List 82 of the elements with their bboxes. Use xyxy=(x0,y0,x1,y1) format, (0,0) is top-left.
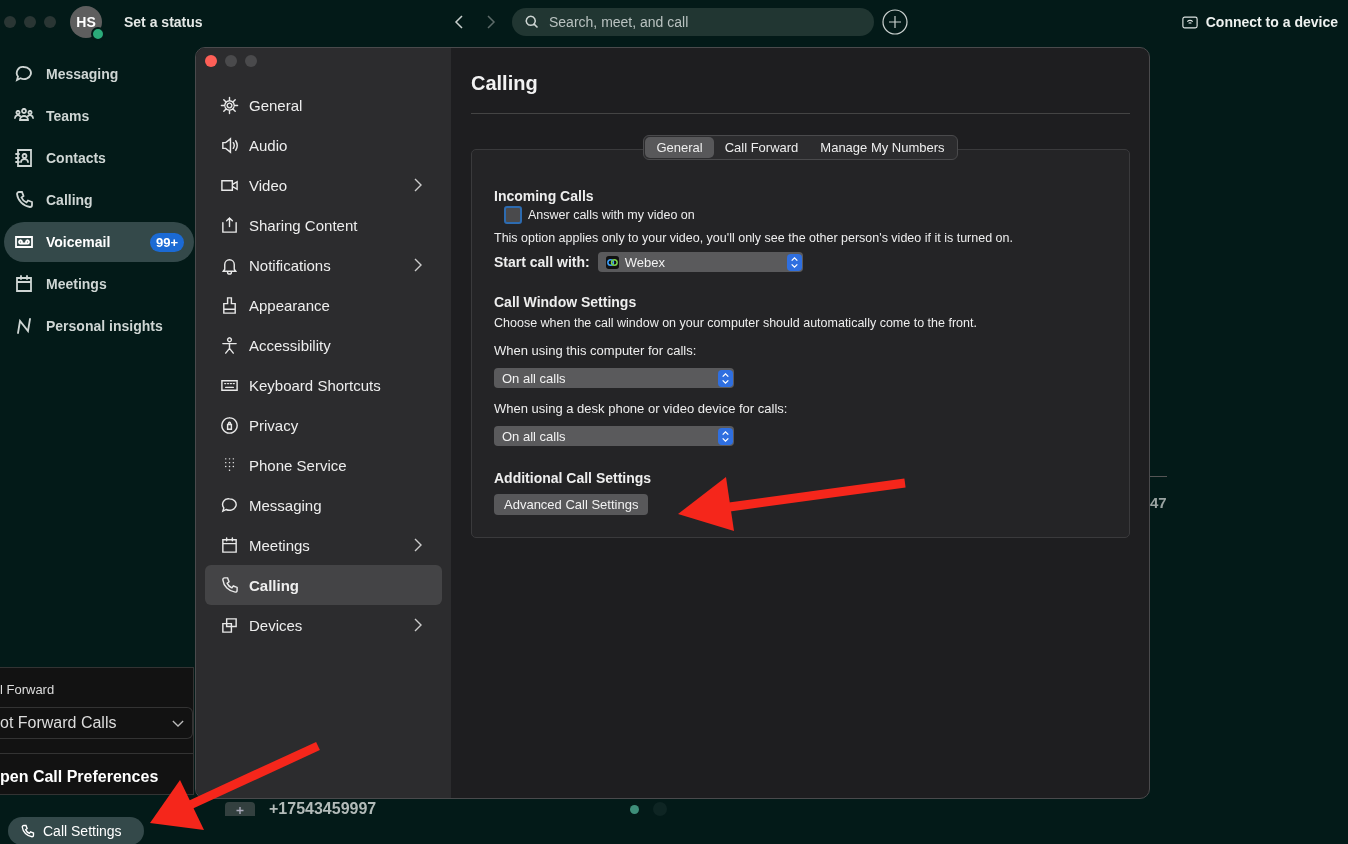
call-settings-button[interactable]: Call Settings xyxy=(8,817,144,844)
window-control[interactable] xyxy=(24,16,36,28)
section-heading: Incoming Calls xyxy=(494,188,595,204)
settings-nav-item[interactable]: Privacy xyxy=(205,405,442,445)
settings-nav-item[interactable]: Messaging xyxy=(205,485,442,525)
status-link[interactable]: Set a status xyxy=(124,14,454,30)
phone-icon xyxy=(20,823,35,839)
settings-nav-item[interactable]: Keyboard Shortcuts xyxy=(205,365,442,405)
section-heading: Call Window Settings xyxy=(494,294,638,310)
nav-item[interactable]: Messaging xyxy=(4,54,194,94)
phone-icon xyxy=(14,190,34,210)
forward-icon[interactable] xyxy=(486,14,496,30)
settings-nav-item[interactable]: Sharing Content xyxy=(205,205,442,245)
tab[interactable]: General xyxy=(645,137,714,158)
search-field[interactable]: Search, meet, and call xyxy=(512,8,874,36)
advanced-settings-button[interactable]: Advanced Call Settings xyxy=(494,494,649,515)
nav-item[interactable]: Voicemail 99+ xyxy=(4,222,194,262)
forward-dropdown[interactable]: ot Forward Calls xyxy=(0,707,193,739)
stepper-icon xyxy=(718,369,733,387)
phone-icon xyxy=(220,575,239,595)
minimize-button[interactable] xyxy=(225,55,237,67)
stepper-icon xyxy=(786,253,802,271)
settings-nav-item[interactable]: Accessibility xyxy=(205,325,442,365)
settings-nav-item[interactable]: Video xyxy=(205,165,442,205)
section-heading: Additional Call Settings xyxy=(494,470,653,486)
person-icon xyxy=(220,335,239,355)
nav-item[interactable]: Teams xyxy=(4,96,194,136)
nav-item[interactable]: Calling xyxy=(4,180,194,220)
add-icon[interactable] xyxy=(882,9,908,35)
window-control[interactable] xyxy=(44,16,56,28)
speaker-icon xyxy=(220,135,239,155)
count-badge: 99+ xyxy=(149,232,184,252)
start-call-dropdown[interactable]: Webex xyxy=(597,252,803,272)
field-label: When using this computer for calls: xyxy=(494,343,698,358)
settings-nav-item[interactable]: Meetings xyxy=(205,525,442,565)
avatar[interactable]: HS xyxy=(70,6,102,38)
settings-icon xyxy=(220,95,239,115)
page-title: Calling xyxy=(471,72,539,95)
settings-nav-item[interactable]: Calling xyxy=(205,565,442,605)
checkbox[interactable] xyxy=(504,206,522,224)
settings-nav-item[interactable]: Audio xyxy=(205,125,442,165)
status-dot xyxy=(630,804,640,814)
screen-icon xyxy=(1181,15,1198,29)
field-label: When using a desk phone or video device for calls: xyxy=(494,401,789,416)
window-control[interactable] xyxy=(4,16,16,28)
preferences-link[interactable]: pen Call Preferences xyxy=(0,768,193,786)
chevron-down-icon xyxy=(172,719,184,727)
close-button[interactable] xyxy=(205,55,217,67)
note-text: This option applies only to your video, you'll only see the other person's video if it is turned on. xyxy=(494,231,1014,245)
field-label: Start call with: xyxy=(494,254,590,270)
contact-card-icon xyxy=(14,148,34,168)
share-icon xyxy=(220,215,239,235)
calendar-icon xyxy=(220,535,239,555)
add-icon xyxy=(225,802,255,816)
tab[interactable]: Call Forward xyxy=(713,137,810,158)
app-logo-icon xyxy=(605,255,619,269)
checkbox-label: Answer calls with my video on xyxy=(528,208,695,222)
connect-device-button[interactable]: Connect to a device xyxy=(1181,14,1338,30)
zoom-button[interactable] xyxy=(245,55,257,67)
calendar-icon xyxy=(14,274,34,294)
chat-bubble-icon xyxy=(220,495,239,515)
phone-number: +17543459997 xyxy=(269,800,377,818)
settings-nav-item[interactable]: Devices xyxy=(205,605,442,645)
dropdown[interactable]: On all calls xyxy=(494,426,734,446)
chat-bubble-icon xyxy=(14,64,34,84)
settings-nav-item[interactable]: General xyxy=(205,85,442,125)
settings-nav-item[interactable]: Phone Service xyxy=(205,445,442,485)
nav-item[interactable]: Meetings xyxy=(4,264,194,304)
search-icon xyxy=(524,14,539,29)
forward-label: l Forward xyxy=(0,682,56,697)
settings-nav-item[interactable]: Appearance xyxy=(205,285,442,325)
stepper-icon xyxy=(718,427,733,445)
nav-item[interactable]: Personal insights xyxy=(4,306,194,346)
back-icon[interactable] xyxy=(454,14,464,30)
tab[interactable]: Manage My Numbers xyxy=(809,137,956,158)
devices-icon xyxy=(220,615,239,635)
dropdown[interactable]: On all calls xyxy=(494,368,734,388)
brush-icon xyxy=(220,295,239,315)
row-value: 47 xyxy=(1150,494,1167,511)
description-text: Choose when the call window on your computer should automatically come to the front. xyxy=(494,316,978,330)
nav-item[interactable]: Contacts xyxy=(4,138,194,178)
settings-nav-item[interactable]: Notifications xyxy=(205,245,442,285)
